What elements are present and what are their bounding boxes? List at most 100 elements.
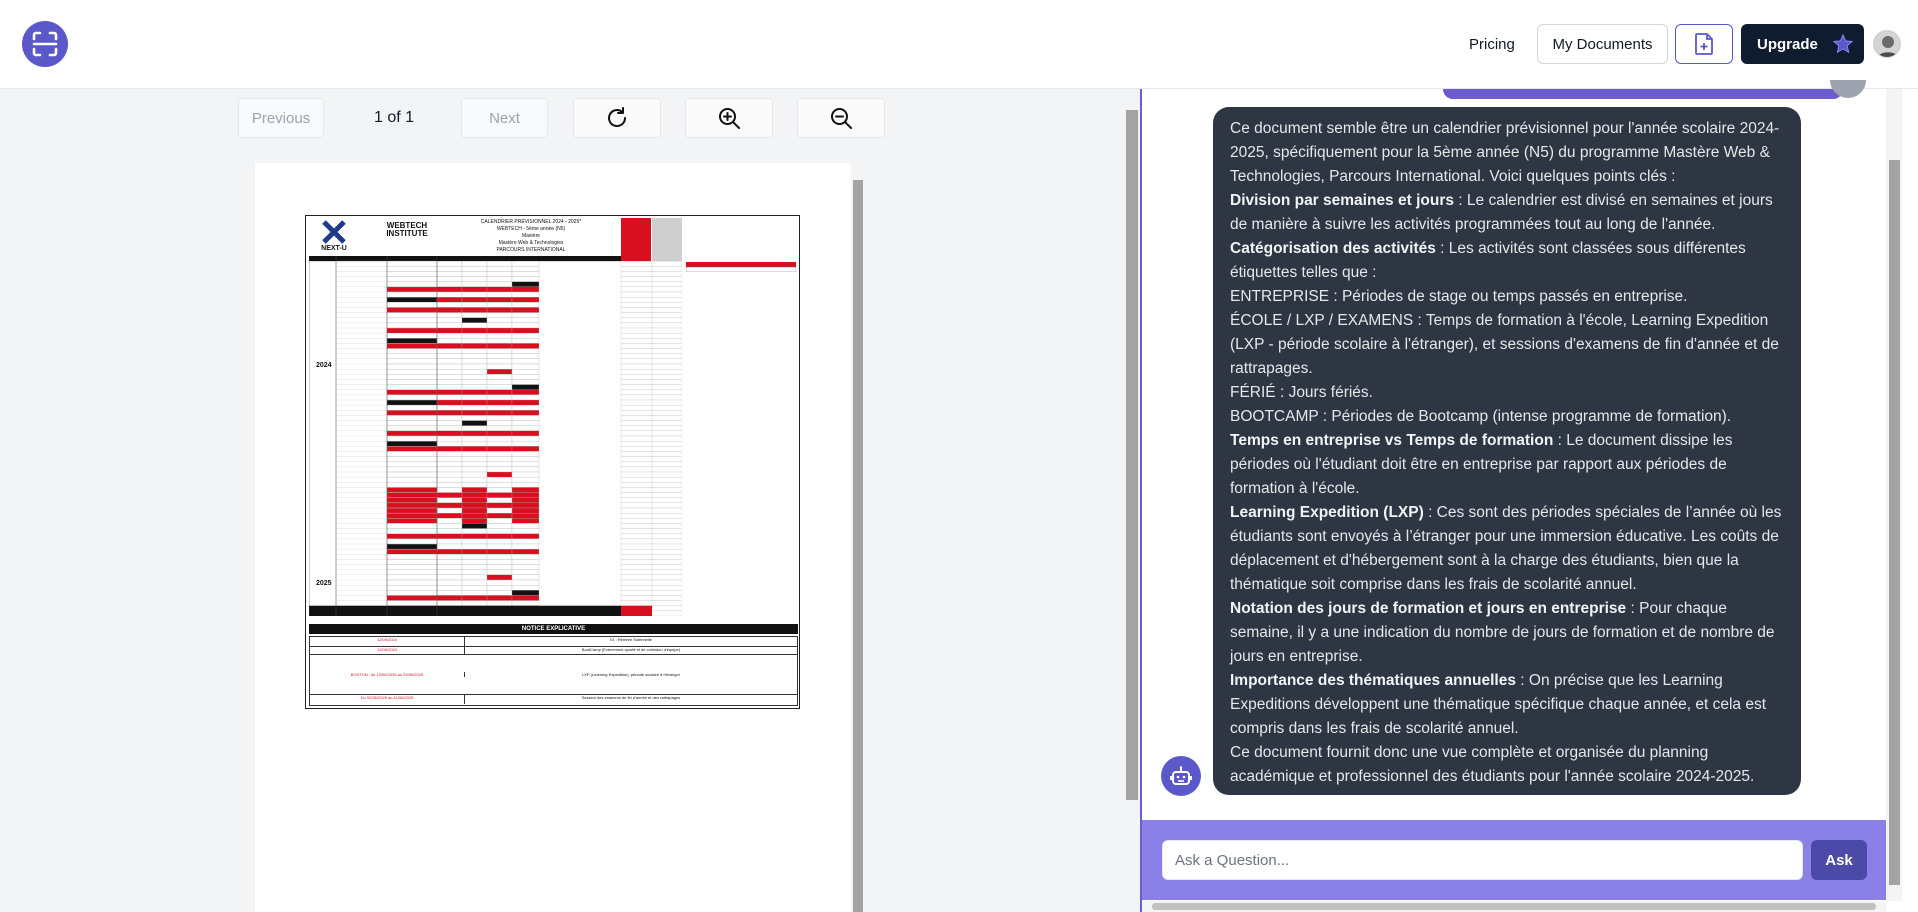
formation-count-cell xyxy=(620,410,653,416)
title-line-2: WEBTECH - 5ème année (N5) xyxy=(496,226,566,232)
calendar-cell xyxy=(511,451,540,457)
calendar-cell xyxy=(511,569,540,576)
zoom-out-button[interactable] xyxy=(797,98,885,138)
next-page-button[interactable]: Next xyxy=(461,98,548,138)
company-count-cell xyxy=(651,461,682,468)
notice-date: Du 02/06/2025 au 11/06/2025 xyxy=(310,695,465,704)
upgrade-button[interactable]: Upgrade xyxy=(1741,24,1864,64)
zoom-in-icon xyxy=(719,108,740,129)
previous-page-button[interactable]: Previous xyxy=(238,98,324,138)
calendar-cell xyxy=(461,528,488,534)
calendar-cell xyxy=(511,384,540,390)
calendar-cell xyxy=(461,379,488,385)
calendar-cell xyxy=(511,430,540,437)
notice-desc: LXP (Learning Expedition), période scola… xyxy=(581,672,681,677)
calendar-cell xyxy=(386,512,438,519)
calendar-cell xyxy=(486,338,513,344)
company-count-cell xyxy=(651,569,682,576)
company-count-cell xyxy=(651,564,682,570)
refresh-button[interactable] xyxy=(573,98,661,138)
calendar-cell xyxy=(436,394,463,401)
calendar-cell xyxy=(436,554,463,560)
title-line-4: Mastère Web & Technologies xyxy=(498,240,564,246)
calendar-cell xyxy=(511,276,540,282)
calendar-cell xyxy=(486,410,513,416)
calendar-cell xyxy=(436,415,463,421)
formation-count-cell xyxy=(620,338,653,344)
calendar-cell xyxy=(461,425,488,432)
calendar-cell xyxy=(386,394,438,401)
chat-scrollbar-thumb[interactable] xyxy=(1889,160,1900,885)
calendar-cell xyxy=(486,430,513,437)
company-count-cell xyxy=(651,276,682,282)
company-count-cell xyxy=(651,487,682,493)
calendar-cell xyxy=(436,512,463,519)
calendar-cell xyxy=(486,554,513,560)
formation-count-cell xyxy=(620,260,653,267)
nav-pricing-link[interactable]: Pricing xyxy=(1455,25,1529,63)
company-count-cell xyxy=(651,543,682,550)
pdf-scrollbar-thumb[interactable] xyxy=(853,180,863,912)
calendar-cell xyxy=(386,466,438,473)
company-count-cell xyxy=(651,291,682,298)
calendar-cell xyxy=(436,435,463,442)
calendar-cell xyxy=(436,260,463,267)
calendar-cell xyxy=(461,368,488,375)
calendar-cell xyxy=(386,410,438,416)
company-count-cell xyxy=(651,430,682,437)
calendar-cell xyxy=(486,415,513,421)
company-count-cell xyxy=(651,574,682,581)
calendar-cell xyxy=(461,332,488,339)
calendar-cell xyxy=(511,564,540,570)
calendar-cell xyxy=(486,487,513,493)
question-input[interactable] xyxy=(1162,840,1803,880)
calendar-cell xyxy=(436,384,463,390)
calendar-cell xyxy=(386,363,438,370)
calendar-cell xyxy=(436,363,463,370)
calendar-cell xyxy=(386,518,438,524)
calendar-cell xyxy=(386,399,438,406)
assistant-paragraph-heading: Learning Expedition (LXP) xyxy=(1230,504,1424,521)
ask-button[interactable]: Ask xyxy=(1811,840,1867,880)
calendar-cell xyxy=(436,518,463,524)
calendar-cell xyxy=(436,579,463,586)
company-count-cell xyxy=(651,584,682,591)
calendar-cell xyxy=(461,338,488,344)
upgrade-label: Upgrade xyxy=(1757,35,1818,53)
calendar-cell xyxy=(511,296,540,303)
calendar-cell xyxy=(386,435,438,442)
calendar-cell xyxy=(511,440,540,447)
calendar-cell xyxy=(461,358,488,365)
calendar-cell xyxy=(511,538,540,545)
app-logo[interactable] xyxy=(22,21,68,67)
chat-horizontal-scrollbar-thumb[interactable] xyxy=(1152,903,1876,910)
calendar-cell xyxy=(511,554,540,560)
calendar-cell xyxy=(461,389,488,396)
calendar-cell xyxy=(461,482,488,488)
calendar-cell xyxy=(461,399,488,406)
calendar-cell xyxy=(486,482,513,488)
company-count-cell xyxy=(651,595,682,601)
assistant-paragraph: Notation des jours de formation et jours… xyxy=(1230,597,1784,669)
calendar-cell xyxy=(486,379,513,385)
calendar-cell xyxy=(486,466,513,473)
assistant-paragraph: Catégorisation des activités : Les activ… xyxy=(1230,237,1784,285)
year-2025-label: 2025 xyxy=(316,580,332,587)
assistant-paragraph-heading: Importance des thématiques annuelles xyxy=(1230,672,1516,689)
calendar-cell xyxy=(436,322,463,329)
zoom-in-button[interactable] xyxy=(685,98,773,138)
viewer-scrollbar-thumb[interactable] xyxy=(1126,110,1138,800)
user-avatar[interactable] xyxy=(1873,30,1901,58)
calendar-cell xyxy=(511,543,540,550)
calendar-cell xyxy=(461,600,488,606)
company-count-cell xyxy=(651,415,682,421)
calendar-cell xyxy=(511,590,540,596)
new-document-button[interactable] xyxy=(1675,24,1733,64)
calendar-cell xyxy=(486,600,513,606)
my-documents-button[interactable]: My Documents xyxy=(1537,24,1668,64)
calendar-cell xyxy=(511,307,540,313)
formation-count-cell xyxy=(620,363,653,370)
year-2024-label: 2024 xyxy=(316,362,332,369)
calendar-cell xyxy=(511,574,540,581)
notice-date: BOSTON : du 12/05/2025 au 29/06/2025 xyxy=(310,672,465,677)
